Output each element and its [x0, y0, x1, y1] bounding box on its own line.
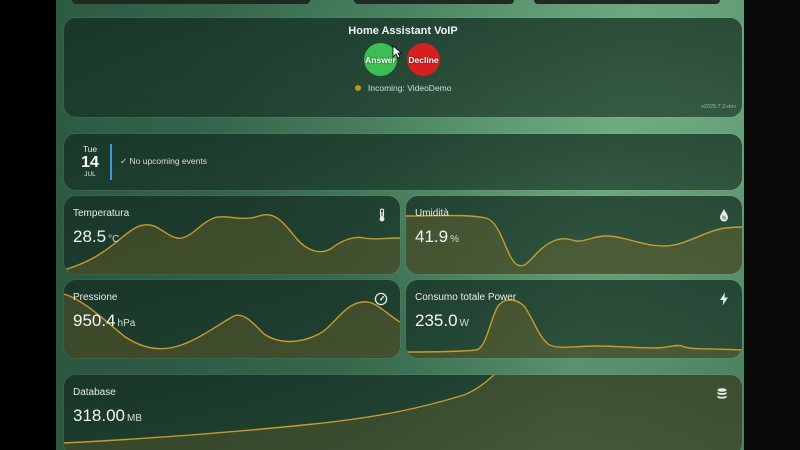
right-edge-strip — [744, 0, 800, 450]
sensor-title: Umidità — [415, 208, 449, 219]
sensor-title: Database — [73, 387, 116, 398]
thermometer-icon — [379, 208, 385, 222]
sensor-unit: % — [450, 234, 459, 245]
sensor-title: Temperatura — [73, 208, 130, 219]
calendar-weekday: Tue — [82, 144, 98, 154]
sensor-card-consumo-power[interactable]: Consumo totale Power 235.0 W — [406, 280, 742, 358]
sensor-value: 41.9% — [415, 227, 459, 247]
sensor-value-number: 318.00 — [73, 406, 125, 425]
no-events-text: ✓ No upcoming events — [120, 156, 207, 166]
gauge-icon — [374, 292, 388, 306]
sensor-value: 235.0 W — [415, 311, 469, 331]
lightning-icon — [720, 292, 728, 306]
sensor-value-number: 41.9 — [415, 227, 449, 246]
status-dot-icon — [355, 85, 361, 91]
voip-title: Home Assistant VoIP — [348, 25, 458, 37]
call-status: Incoming: VideoDemo — [355, 83, 451, 93]
sensor-unit: MB — [127, 413, 142, 424]
calendar-card[interactable]: Tue 14 JUL ✓ No upcoming events — [64, 134, 742, 190]
sensor-title: Consumo totale Power — [415, 292, 517, 303]
sensor-card-pressione[interactable]: Pressione 950.4 hPa — [64, 280, 400, 358]
version-label: v2025.7.2-dev — [701, 104, 736, 110]
sensor-unit: W — [459, 318, 469, 329]
svg-text:%: % — [722, 216, 727, 222]
database-icon — [717, 388, 727, 399]
top-cards-edge — [64, 0, 742, 5]
call-status-text: Incoming: VideoDemo — [368, 83, 452, 93]
sensor-value-number: 28.5 — [73, 227, 107, 246]
sensor-unit: hPa — [117, 318, 136, 329]
sensor-value: 28.5 °C — [73, 227, 119, 247]
sensor-value: 950.4 hPa — [73, 311, 135, 331]
water-drop-icon: % — [720, 209, 728, 222]
sensor-card-database[interactable]: Database 318.00 MB — [64, 375, 742, 450]
calendar-day: 14 — [81, 154, 99, 171]
voip-card: Home Assistant VoIP Answer Decline Incom… — [64, 18, 742, 117]
sensor-card-temperatura[interactable]: Temperatura 28.5 °C — [64, 196, 400, 274]
sensor-unit: °C — [108, 234, 120, 245]
decline-button[interactable]: Decline — [407, 43, 440, 76]
calendar-month: JUL — [84, 171, 96, 178]
sensor-title: Pressione — [73, 292, 118, 303]
calendar-accent-bar — [110, 144, 112, 180]
sensor-card-umidita[interactable]: Umidità 41.9% % — [406, 196, 742, 274]
sensor-value-number: 950.4 — [73, 311, 116, 330]
mouse-cursor-icon — [392, 45, 402, 59]
sensor-value: 318.00 MB — [73, 406, 142, 426]
sensor-value-number: 235.0 — [415, 311, 458, 330]
calendar-date: Tue 14 JUL — [78, 144, 102, 178]
dashboard-view: Home Assistant VoIP Answer Decline Incom… — [56, 0, 750, 450]
database-graph — [64, 375, 742, 450]
